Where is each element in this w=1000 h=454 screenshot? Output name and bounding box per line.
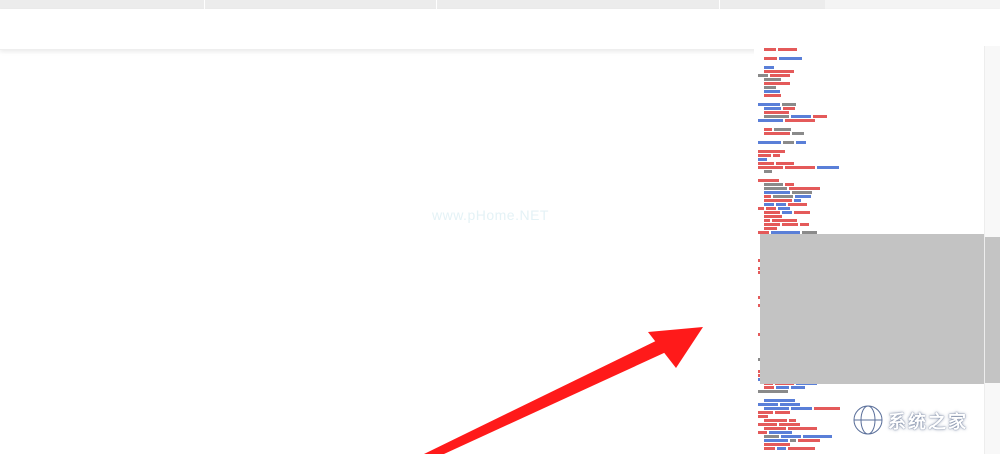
minimap-code-line [764,443,792,446]
tab-strip-end [825,0,1000,9]
minimap-code-line [764,199,803,202]
minimap-code-line [764,70,796,73]
minimap-code-line [764,115,829,118]
minimap-code-line [764,219,799,222]
minimap-code-line [764,427,819,430]
minimap-code-line [758,103,798,106]
scrollbar-thumb[interactable] [985,237,1000,383]
minimap-code-line [758,154,782,157]
minimap-code-line [758,119,817,122]
minimap-code-line [764,187,822,190]
minimap-code-line [764,82,792,85]
minimap-code-line [764,86,778,89]
minimap-code-line [764,107,797,110]
minimap-selection[interactable] [760,234,984,384]
minimap-code-line [764,170,774,173]
minimap-code-line [758,423,802,426]
globe-icon [852,404,884,436]
minimap-code-line [764,435,834,438]
site-logo: 系统之家 [848,398,998,442]
minimap-code-line [758,141,808,144]
minimap-code-line [764,203,809,206]
minimap-code-line [764,407,842,410]
minimap-code-line [764,66,776,69]
minimap-code-line [764,48,799,51]
minimap-code-line [764,419,798,422]
minimap-code-line [764,227,779,230]
minimap-code-line [764,195,813,198]
minimap-code-line [764,399,797,402]
watermark: www.pHome.NET [432,207,549,223]
minimap-code-line [758,179,781,182]
minimap-code-line [764,215,784,218]
minimap-code-line [758,415,770,418]
editor-toolbar [0,9,1000,50]
arrow-head [648,327,703,368]
minimap-code-line [764,94,783,97]
minimap-code-line [758,150,787,153]
minimap-code-line [758,162,796,165]
tab-divider [436,0,437,9]
minimap-code-line [764,439,822,442]
minimap-code-line [758,403,802,406]
minimap-code-line [758,207,792,210]
minimap-code-line [764,111,791,114]
minimap-code-line [764,386,807,389]
minimap-code-line [764,78,783,81]
minimap-code-line [758,411,792,414]
minimap-code-line [764,132,806,135]
minimap-code-line [758,158,769,161]
minimap-code-line [764,447,817,450]
minimap-code-line [764,57,804,60]
minimap-code-line [764,191,814,194]
minimap-code-line [758,431,794,434]
minimap-code-line [764,211,812,214]
minimap-code-line [764,128,793,131]
tab-divider [719,0,720,9]
logo-text: 系统之家 [888,412,968,433]
minimap-code-line [764,90,782,93]
minimap-code-line [764,183,796,186]
minimap-code-line [764,223,811,226]
tab-divider [204,0,205,9]
minimap-code-line [758,74,792,77]
tab-strip [0,0,1000,9]
arrow-shaft [424,335,677,454]
minimap-code-line [758,166,841,169]
minimap-code-line [758,390,790,393]
